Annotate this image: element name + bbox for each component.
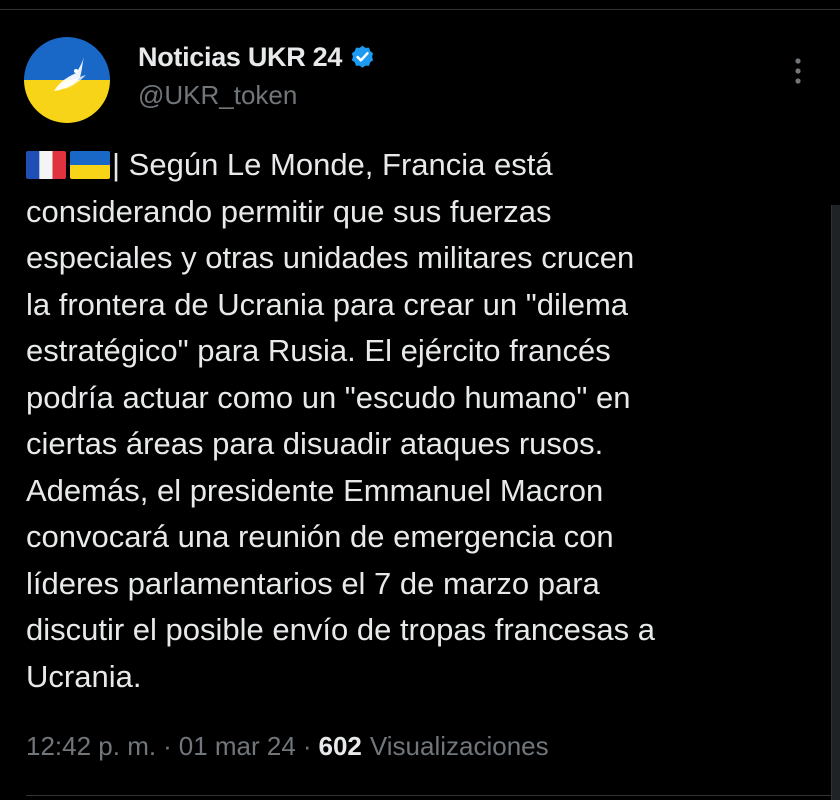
more-options-button[interactable] [784, 53, 812, 89]
post-meta: 12:42 p. m. · 01 mar 24 · 602 Visualizac… [26, 731, 549, 762]
scrollbar[interactable] [831, 205, 840, 800]
france-flag-emoji [26, 151, 66, 179]
post-date[interactable]: 01 mar 24 [179, 731, 296, 762]
meta-separator: · [302, 731, 312, 761]
post-time[interactable]: 12:42 p. m. [26, 731, 156, 762]
top-divider [0, 9, 840, 10]
post-text: | Según Le Monde, Francia está considera… [26, 142, 796, 700]
verified-badge-icon[interactable] [349, 44, 376, 71]
dove-icon [24, 37, 110, 123]
author-display-name[interactable]: Noticias UKR 24 [138, 42, 342, 73]
flag-emojis [26, 151, 110, 179]
bottom-divider [26, 795, 840, 796]
more-vertical-icon [795, 58, 801, 84]
avatar[interactable] [24, 37, 110, 123]
views-count[interactable]: 602 [319, 731, 362, 762]
author-name-row[interactable]: Noticias UKR 24 [138, 42, 376, 73]
author-handle[interactable]: @UKR_token [138, 80, 297, 111]
post-body-text: | Según Le Monde, Francia está considera… [26, 147, 655, 694]
ukraine-flag-emoji [70, 151, 110, 179]
views-label[interactable]: Visualizaciones [370, 731, 549, 762]
meta-separator: · [163, 731, 172, 761]
